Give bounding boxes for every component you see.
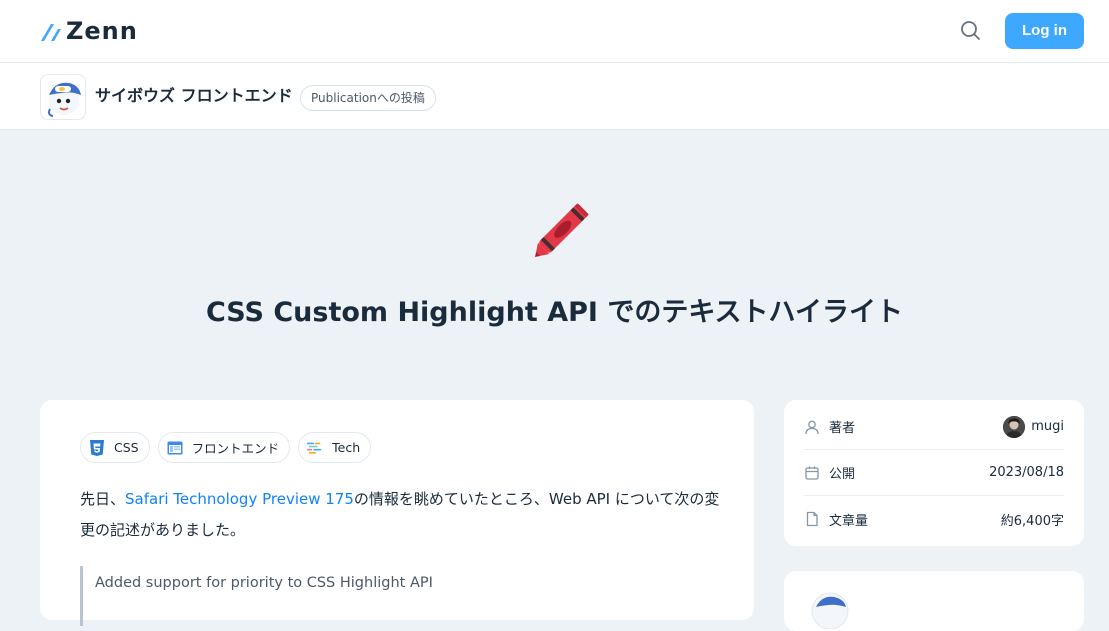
browser-window-icon	[166, 439, 184, 457]
article-title: CSS Custom Highlight API でのテキストハイライト	[205, 297, 904, 328]
blockquote: Added support for priority to CSS Highli…	[80, 566, 710, 626]
publication-info-card	[784, 571, 1084, 631]
length-row: 文章量 約6,400字	[804, 496, 1064, 542]
publication-bar: サイボウズ フロントエンド Publicationへの投稿	[0, 63, 1109, 130]
site-header: Zenn Log in	[0, 0, 1109, 63]
author-label: 著者	[829, 421, 856, 436]
logo-text: Zenn	[66, 17, 138, 45]
login-button[interactable]: Log in	[1005, 13, 1084, 49]
tag-label: Tech	[332, 440, 361, 455]
tag-frontend[interactable]: フロントエンド	[157, 432, 291, 463]
tag-label: CSS	[114, 440, 139, 455]
publication-card-avatar	[811, 592, 849, 629]
tag-label: フロントエンド	[191, 441, 280, 456]
tag-css[interactable]: CSS	[80, 432, 150, 463]
crayon-icon	[520, 188, 604, 272]
article-paragraph: 先日、Safari Technology Preview 175の情報を眺めてい…	[80, 484, 720, 546]
calendar-icon	[805, 466, 819, 480]
tag-tech[interactable]: Tech	[298, 432, 372, 463]
article-body: CSS フロントエンド Tech 先日、Safari Technology Pr…	[40, 400, 754, 626]
author-name: mugi	[1031, 419, 1064, 434]
user-icon	[805, 420, 819, 434]
published-label: 公開	[829, 467, 856, 482]
css-icon	[88, 439, 106, 457]
author-avatar	[1003, 415, 1026, 438]
document-icon	[806, 511, 818, 527]
publication-name[interactable]: サイボウズ フロントエンド	[95, 86, 293, 106]
publication-avatar[interactable]	[40, 74, 86, 120]
published-row: 公開 2023/08/18	[804, 450, 1064, 496]
length-value: 約6,400字	[1000, 513, 1064, 529]
zenn-logo-icon	[41, 24, 61, 41]
search-button[interactable]	[958, 18, 984, 44]
zenn-logo[interactable]: Zenn	[40, 19, 138, 43]
tech-icon	[306, 439, 324, 457]
safari-tp-link[interactable]: Safari Technology Preview 175	[125, 490, 354, 508]
author-row: 著者 mugi	[804, 404, 1064, 450]
mascot-icon	[48, 82, 81, 117]
search-icon	[961, 21, 980, 40]
published-date: 2023/08/18	[989, 465, 1064, 480]
length-label: 文章量	[829, 513, 869, 529]
publication-badge: Publicationへの投稿	[300, 85, 436, 111]
article-info-card: 著者 mugi 公開 2023/08/18 文章量 約6,400字	[784, 400, 1084, 546]
author-link[interactable]: mugi	[1003, 415, 1064, 438]
topic-tags: CSS フロントエンド Tech	[80, 432, 372, 463]
para-prefix: 先日、	[80, 490, 126, 508]
